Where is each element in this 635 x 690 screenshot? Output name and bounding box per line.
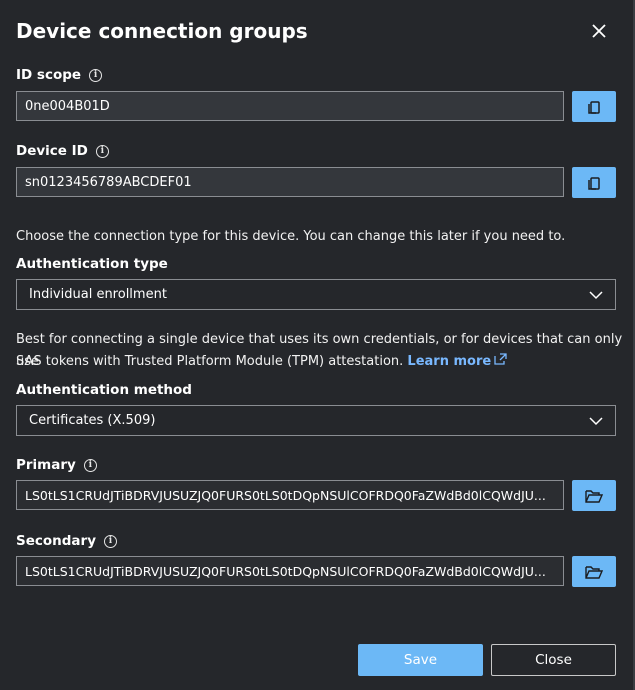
panel-title: Device connection groups <box>16 19 308 43</box>
copy-icon <box>588 176 600 190</box>
folder-open-icon <box>585 565 603 579</box>
device-id-label: Device ID <box>16 143 88 159</box>
authentication-type-label-text: Authentication type <box>16 256 168 272</box>
browse-primary-button[interactable] <box>572 480 616 511</box>
authentication-method-dropdown[interactable]: Certificates (X.509) <box>16 405 616 436</box>
secondary-certificate-field[interactable]: LS0tLS1CRUdJTiBDRVJUSUZJQ0FURS0tLS0tDQpN… <box>16 556 564 586</box>
authentication-type-label: Authentication type <box>16 256 168 272</box>
copy-device-id-button[interactable] <box>572 167 616 198</box>
enrollment-description-text: SAS tokens with Trusted Platform Module … <box>16 354 404 369</box>
learn-more-link[interactable]: Learn more <box>407 353 508 369</box>
authentication-method-label-text: Authentication method <box>16 382 192 398</box>
close-icon[interactable] <box>588 20 610 42</box>
chevron-down-icon <box>589 416 603 425</box>
folder-open-icon <box>585 489 603 503</box>
id-scope-label: ID scope <box>16 67 82 83</box>
info-icon[interactable]: i <box>95 144 109 158</box>
device-id-label-row: Device ID i <box>16 143 109 159</box>
external-link-icon <box>494 353 507 365</box>
authentication-type-value: Individual enrollment <box>29 287 167 302</box>
enrollment-description-line2: SAS tokens with Trusted Platform Module … <box>16 351 508 373</box>
copy-icon <box>588 100 600 114</box>
primary-label: Primary <box>16 457 76 473</box>
learn-more-label: Learn more <box>407 354 492 369</box>
save-button[interactable]: Save <box>358 644 483 676</box>
info-icon[interactable]: i <box>83 458 97 472</box>
connection-type-description: Choose the connection type for this devi… <box>16 229 566 244</box>
authentication-type-dropdown[interactable]: Individual enrollment <box>16 279 616 310</box>
secondary-label: Secondary <box>16 533 96 549</box>
authentication-method-value: Certificates (X.509) <box>29 413 156 428</box>
info-icon[interactable]: i <box>89 68 103 82</box>
chevron-down-icon <box>589 290 603 299</box>
primary-certificate-field[interactable]: LS0tLS1CRUdJTiBDRVJUSUZJQ0FURS0tLS0tDQpN… <box>16 480 564 510</box>
info-icon[interactable]: i <box>104 534 117 548</box>
id-scope-field[interactable]: 0ne004B01D <box>16 91 564 121</box>
secondary-label-row: Secondary i <box>16 533 117 549</box>
id-scope-label-row: ID scope i <box>16 67 103 83</box>
device-connection-groups-panel: Device connection groups ID scope i 0ne0… <box>0 0 635 690</box>
browse-secondary-button[interactable] <box>572 556 616 587</box>
primary-label-row: Primary i <box>16 457 97 473</box>
device-id-field[interactable]: sn0123456789ABCDEF01 <box>16 167 564 197</box>
authentication-method-label: Authentication method <box>16 382 192 398</box>
close-button[interactable]: Close <box>491 644 616 676</box>
copy-id-scope-button[interactable] <box>572 91 616 122</box>
